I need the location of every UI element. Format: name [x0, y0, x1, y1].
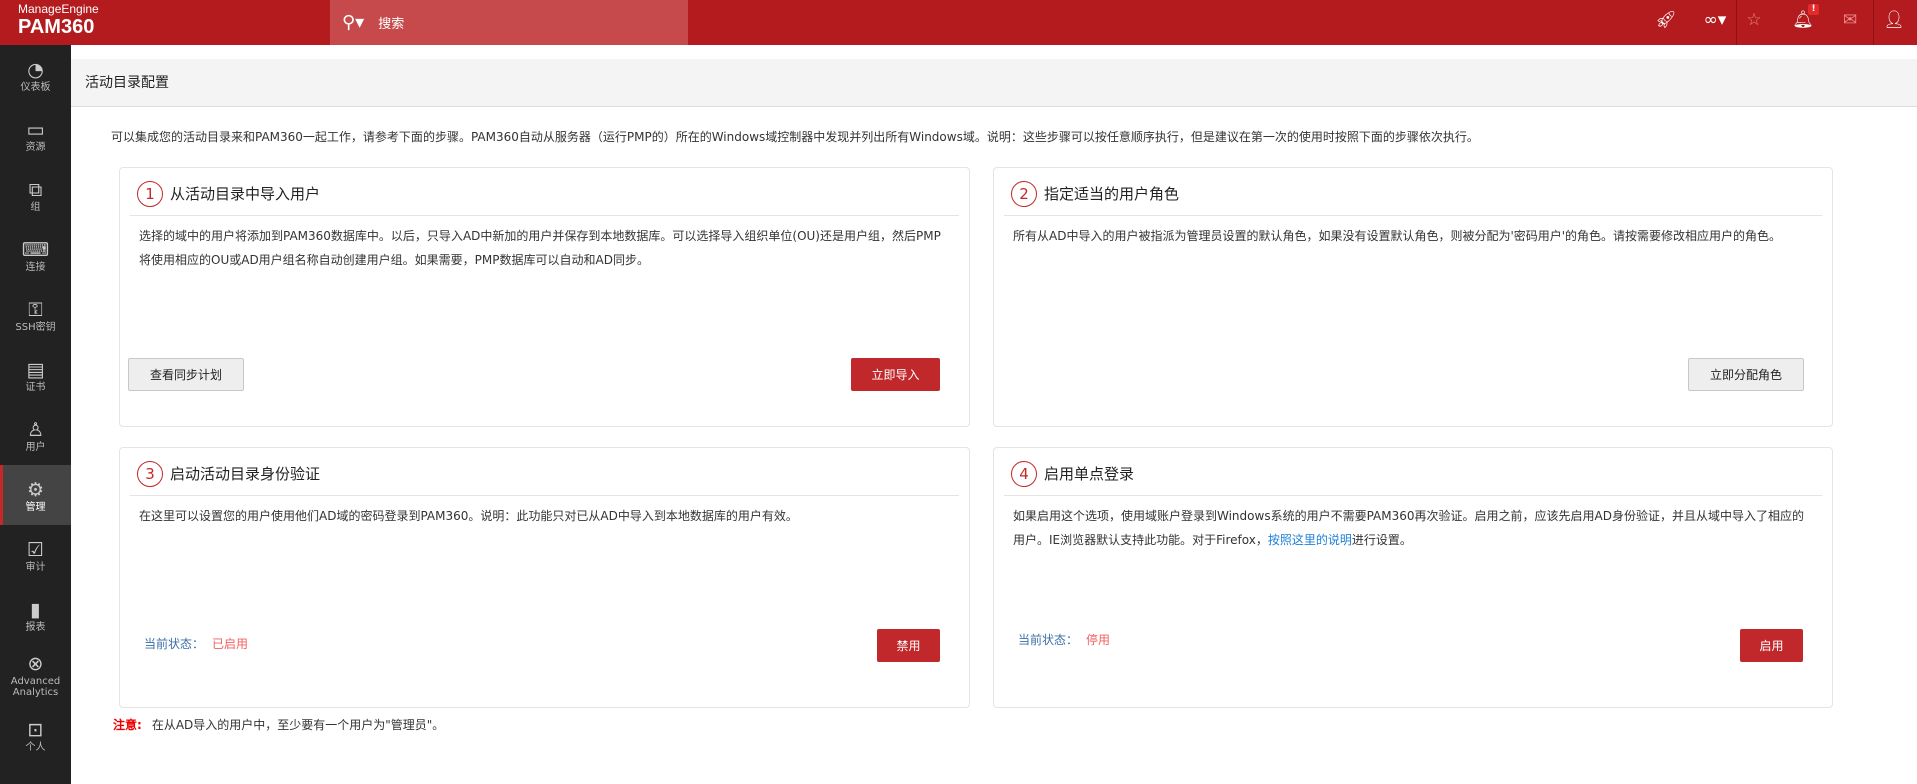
sidebar-item-6[interactable]: ♙ 用户	[0, 405, 71, 465]
sso-status: 当前状态： 停用	[1018, 631, 1110, 648]
sidebar-item-label: 审计	[25, 561, 46, 573]
sidebar-item-2[interactable]: ⧉ 组	[0, 165, 71, 225]
status-label: 当前状态：	[1018, 633, 1079, 647]
sidebar-item-11[interactable]: ⊡ 个人	[0, 705, 71, 765]
card-title: 启用单点登录	[1044, 465, 1135, 483]
sidebar-item-1[interactable]: ▭ 资源	[0, 105, 71, 165]
import-now-button[interactable]: 立即导入	[851, 358, 940, 391]
sidebar-item-label: 资源	[25, 141, 46, 153]
view-sync-schedule-button[interactable]: 查看同步计划	[128, 358, 244, 391]
user-star-icon[interactable]: ☆	[1742, 10, 1766, 30]
link-icon[interactable]: ∞▾	[1703, 10, 1727, 30]
step-number: 1	[137, 180, 163, 207]
status-label: 当前状态：	[144, 637, 205, 651]
mail-icon[interactable]: ✉	[1838, 10, 1862, 30]
status-value: 停用	[1086, 633, 1111, 647]
sidebar-item-label: 管理	[25, 501, 46, 513]
groups-icon: ⧉	[28, 178, 43, 201]
step-number: 3	[137, 460, 163, 487]
card-title: 指定适当的用户角色	[1044, 185, 1180, 203]
ssh-key-icon: ⚿	[28, 298, 43, 321]
sidebar-item-9[interactable]: ▮ 报表	[0, 585, 71, 645]
note-text: 在从AD导入的用户中，至少要有一个用户为"管理员"。	[151, 718, 445, 732]
divider	[1736, 0, 1737, 45]
gear-icon: ⚙	[26, 478, 45, 501]
note-label: 注意:	[113, 718, 142, 732]
sidebar-item-label: 用户	[25, 441, 46, 453]
top-bar: ManageEngine PAM360 ⚲▾ 搜索 🚀︎ ∞▾ ☆ 🔔︎ ! ✉…	[0, 0, 1917, 45]
note: 注意: 在从AD导入的用户中，至少要有一个用户为"管理员"。	[113, 716, 444, 733]
product-name: PAM360	[18, 16, 95, 38]
rocket-icon[interactable]: 🚀︎	[1654, 10, 1678, 30]
sidebar-item-label: 组	[30, 201, 41, 213]
step-number: 2	[1011, 180, 1037, 207]
analytics-icon: ⊗	[27, 653, 44, 675]
card-import-users: 1 从活动目录中导入用户 选择的域中的用户将添加到PAM360数据库中。以后，只导…	[119, 167, 970, 427]
card-single-sign-on: 4 启用单点登录 如果启用这个选项，使用域账户登录到Windows系统的用户不需要…	[993, 447, 1833, 708]
firefox-instructions-link[interactable]: 按照这里的说明	[1268, 533, 1352, 547]
search-input[interactable]: ⚲▾ 搜索	[330, 0, 688, 45]
card-ad-authentication: 3 启动活动目录身份验证 在这里可以设置您的用户使用他们AD域的密码登录到PAM3…	[119, 447, 970, 708]
personal-icon: ⊡	[27, 718, 44, 741]
text-after: 进行设置。	[1351, 533, 1412, 547]
sidebar-item-0[interactable]: ◔ 仪表板	[0, 45, 71, 105]
disable-button[interactable]: 禁用	[877, 629, 940, 662]
audit-icon: ☑	[26, 538, 45, 561]
sidebar-item-label: SSH密钥	[15, 321, 56, 333]
sidebar-item-label: 个人	[25, 741, 46, 753]
notification-badge: !	[1808, 4, 1819, 15]
enable-button[interactable]: 启用	[1740, 629, 1803, 662]
page-title: 活动目录配置	[71, 59, 1917, 107]
sidebar-item-label: 报表	[25, 621, 46, 633]
user-icon: ♙	[26, 418, 45, 441]
sidebar-item-4[interactable]: ⚿ SSH密钥	[0, 285, 71, 345]
vendor-name: ManageEngine	[18, 2, 99, 16]
card-text: 如果启用这个选项，使用域账户登录到Windows系统的用户不需要PAM360再次…	[994, 496, 1832, 560]
sidebar-item-5[interactable]: ▤ 证书	[0, 345, 71, 405]
connection-icon: ⌨	[21, 238, 50, 261]
sidebar-item-8[interactable]: ☑ 审计	[0, 525, 71, 585]
status-value: 已启用	[212, 637, 249, 651]
divider	[1873, 0, 1874, 45]
dashboard-icon: ◔	[27, 58, 44, 81]
sidebar: ◔ 仪表板 ▭ 资源 ⧉ 组 ⌨ 连接 ⚿ SSH密钥 ▤ 证书 ♙ 用户 ⚙ 管理 ☑ 审计 ▮ 报表 ⊗ Advanc…	[0, 45, 71, 784]
user-icon[interactable]: 👤︎	[1882, 10, 1906, 30]
card-assign-roles: 2 指定适当的用户角色 所有从AD中导入的用户被指派为管理员设置的默认角色，如果没…	[993, 167, 1833, 427]
logo[interactable]: ManageEngine PAM360	[18, 2, 99, 38]
sidebar-item-7[interactable]: ⚙ 管理	[0, 465, 71, 525]
card-text: 所有从AD中导入的用户被指派为管理员设置的默认角色，如果没有设置默认角色，则被分…	[1013, 229, 1782, 243]
card-text: 在这里可以设置您的用户使用他们AD域的密码登录到PAM360。说明：此功能只对已…	[139, 509, 798, 523]
card-title: 从活动目录中导入用户	[170, 185, 321, 203]
sidebar-item-label: 连接	[25, 261, 46, 273]
card-text: 选择的域中的用户将添加到PAM360数据库中。以后，只导入AD中新加的用户并保存…	[139, 229, 941, 267]
assign-roles-button[interactable]: 立即分配角色	[1688, 358, 1804, 391]
card-title: 启动活动目录身份验证	[170, 465, 321, 483]
search-placeholder: 搜索	[378, 17, 405, 32]
certificate-icon: ▤	[26, 358, 45, 381]
sidebar-item-label: 仪表板	[20, 81, 51, 93]
sidebar-item-label: 证书	[25, 381, 46, 393]
step-number: 4	[1011, 460, 1037, 487]
reports-icon: ▮	[30, 598, 41, 621]
intro-text: 可以集成您的活动目录来和PAM360一起工作，请参考下面的步骤。PAM360自动…	[111, 130, 1479, 144]
sidebar-item-3[interactable]: ⌨ 连接	[0, 225, 71, 285]
search-icon[interactable]: ⚲▾	[342, 12, 364, 33]
sidebar-item-10[interactable]: ⊗ Advanced Analytics	[0, 645, 71, 705]
auth-status: 当前状态： 已启用	[144, 635, 248, 652]
monitor-icon: ▭	[26, 118, 45, 141]
sidebar-item-label: Advanced Analytics	[10, 676, 61, 698]
